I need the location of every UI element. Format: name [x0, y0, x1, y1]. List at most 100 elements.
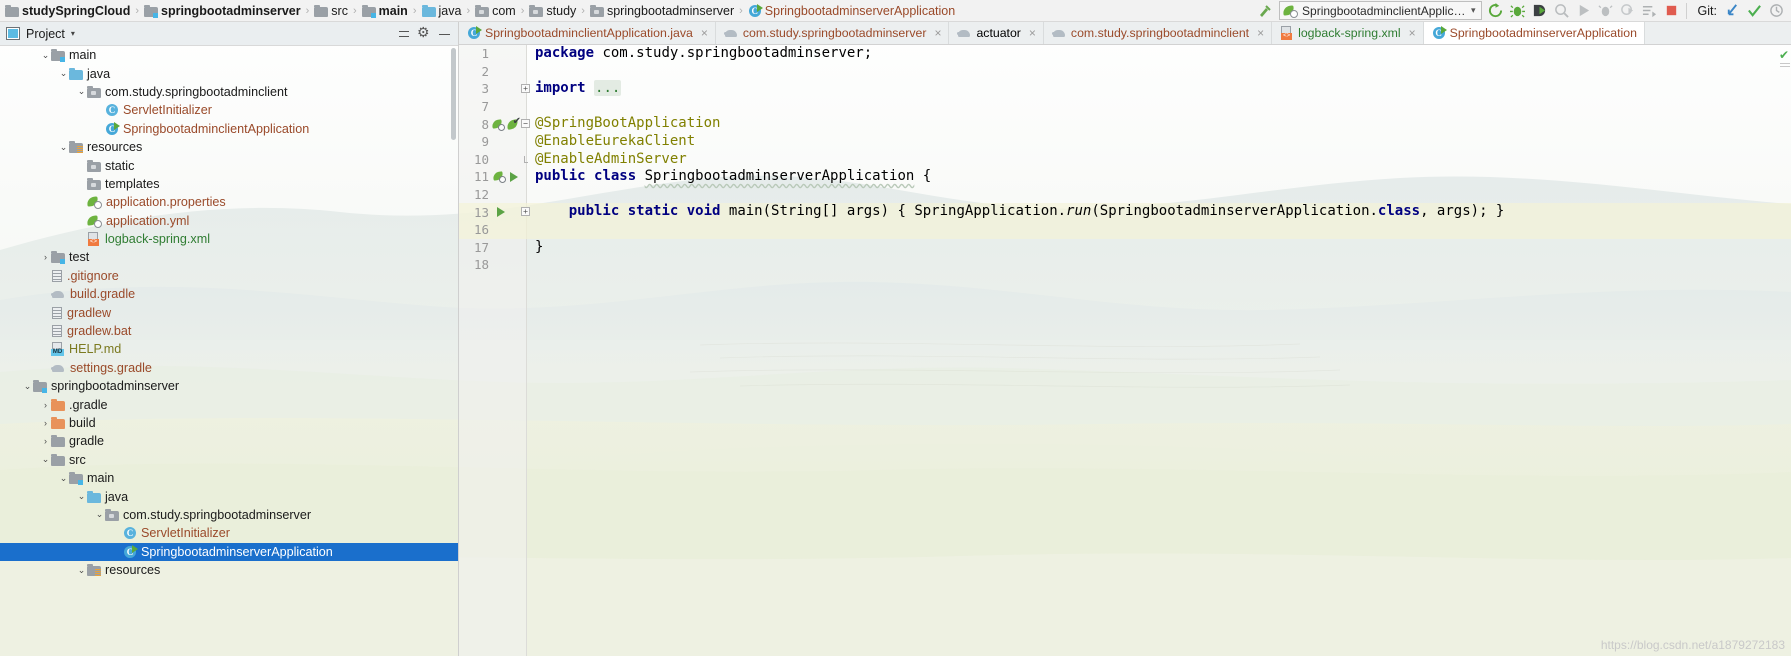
chevron-down-icon[interactable]: ▾ — [71, 29, 75, 38]
history-icon[interactable] — [1765, 1, 1787, 21]
breadcrumb-item-com[interactable]: com — [472, 0, 519, 22]
code-line[interactable]: 16 — [459, 220, 1791, 239]
editor-tab[interactable]: com.study.springbootadminserver × — [715, 22, 950, 44]
breadcrumb-item-java[interactable]: java — [419, 0, 465, 22]
chevron-right-icon[interactable]: › — [40, 248, 51, 266]
code-line[interactable]: 10 @EnableAdminServer — [459, 151, 1791, 169]
chevron-down-icon[interactable]: ⌄ — [76, 561, 87, 579]
editor-tab[interactable]: actuator × — [949, 22, 1044, 44]
editor-tab[interactable]: C SpringbootadminserverApplication — [1423, 22, 1645, 44]
chevron-down-icon[interactable]: ⌄ — [22, 377, 33, 395]
chevron-down-icon[interactable]: ⌄ — [94, 506, 105, 524]
tree-item[interactable]: › .gitignore — [0, 267, 458, 285]
breadcrumb-item-class[interactable]: C SpringbootadminserverApplication — [745, 0, 958, 22]
breadcrumb-item-project[interactable]: studySpringCloud — [2, 0, 133, 22]
code-line[interactable]: 13 + public static void main(String[] arg… — [459, 203, 1791, 221]
profile-icon[interactable] — [1551, 1, 1573, 21]
tree-item[interactable]: › gradle — [0, 432, 458, 450]
update-project-icon[interactable] — [1721, 1, 1743, 21]
tree-item[interactable]: › settings.gradle — [0, 359, 458, 377]
tree-item[interactable]: › test — [0, 248, 458, 266]
chevron-down-icon[interactable]: ⌄ — [58, 138, 69, 156]
chevron-down-icon[interactable]: ⌄ — [58, 469, 69, 487]
tree-item[interactable]: ⌄ java — [0, 64, 458, 82]
run-icon[interactable] — [1573, 1, 1595, 21]
chevron-down-icon[interactable]: ⌄ — [76, 488, 87, 506]
tree-item[interactable]: › build — [0, 414, 458, 432]
project-tree[interactable]: ⌄ main ⌄ java ⌄ com.study.springbootadminclie… — [0, 46, 458, 656]
chevron-down-icon[interactable]: ⌄ — [76, 83, 87, 101]
spring-bean-gutter-icon[interactable]: ✔ — [491, 115, 521, 133]
breadcrumb-item-module[interactable]: springbootadminserver — [141, 0, 304, 22]
tree-item[interactable]: ⌄ springbootadminserver — [0, 377, 458, 395]
run-method-gutter-icon[interactable] — [497, 203, 505, 221]
tree-item[interactable]: ›CSpringbootadminserverApplication — [0, 542, 458, 561]
tree-item[interactable]: ⌄ resources — [0, 561, 458, 579]
collapse-all-icon[interactable] — [394, 25, 414, 43]
code-line[interactable]: 1 package com.study.springbootadminserver… — [459, 45, 1791, 63]
tree-item[interactable]: › application.properties — [0, 193, 458, 211]
code-line[interactable]: 8 ✔ − @SpringBootApplication — [459, 115, 1791, 133]
chevron-down-icon[interactable]: ⌄ — [40, 451, 51, 469]
tree-item[interactable]: ›C ServletInitializer — [0, 101, 458, 119]
close-icon[interactable]: × — [1257, 27, 1264, 39]
code-line[interactable]: 18 — [459, 256, 1791, 274]
chevron-down-icon[interactable]: ⌄ — [58, 65, 69, 83]
tree-item[interactable]: ⌄ com.study.springbootadminserver — [0, 506, 458, 524]
code-line[interactable]: 9 @EnableEurekaClient — [459, 133, 1791, 151]
close-icon[interactable]: × — [701, 27, 708, 39]
attach-icon[interactable] — [1595, 1, 1617, 21]
chevron-right-icon[interactable]: › — [40, 414, 51, 432]
tree-item[interactable]: ›<> logback-spring.xml — [0, 230, 458, 248]
breadcrumb-item-src[interactable]: src — [311, 0, 351, 22]
code-line[interactable]: 3 + import ... — [459, 80, 1791, 98]
tree-item[interactable]: ›CSpringbootadminclientApplication — [0, 120, 458, 138]
close-icon[interactable]: × — [934, 27, 941, 39]
tree-item[interactable]: ›MD HELP.md — [0, 340, 458, 358]
hide-icon[interactable] — [434, 25, 454, 43]
code-line[interactable]: 17} — [459, 239, 1791, 257]
editor-tab[interactable]: <> logback-spring.xml × — [1272, 22, 1424, 44]
code-line[interactable]: 2 — [459, 63, 1791, 81]
spring-run-gutter-icon[interactable] — [492, 168, 518, 186]
editor-tab[interactable]: com.study.springbootadminclient × — [1043, 22, 1273, 44]
close-icon[interactable]: × — [1029, 27, 1036, 39]
tree-item[interactable]: ⌄ com.study.springbootadminclient — [0, 83, 458, 101]
breadcrumb-item-main[interactable]: main — [359, 0, 411, 22]
code-line[interactable]: 12 — [459, 186, 1791, 204]
breadcrumb-item-study[interactable]: study — [526, 0, 579, 22]
code-line[interactable]: 11 public class SpringbootadminserverAppl… — [459, 168, 1791, 186]
tree-item[interactable]: ⌄ java — [0, 487, 458, 505]
fold-expand-icon[interactable]: + — [521, 207, 530, 217]
fold-collapse-icon[interactable]: − — [521, 119, 530, 129]
code-editor[interactable]: 1 package com.study.springbootadminserver… — [459, 45, 1791, 656]
tree-item[interactable]: ⌄ resources — [0, 138, 458, 156]
run-with-coverage-icon[interactable] — [1529, 1, 1551, 21]
rerun-icon[interactable] — [1485, 1, 1507, 21]
code-lines[interactable]: 1 package com.study.springbootadminserver… — [459, 45, 1791, 656]
tree-item[interactable]: › .gradle — [0, 395, 458, 413]
code-line[interactable]: 7 — [459, 98, 1791, 116]
tree-item[interactable]: › gradlew.bat — [0, 322, 458, 340]
tree-item[interactable]: ›C ServletInitializer — [0, 524, 458, 542]
tree-item[interactable]: ⌄ main — [0, 46, 458, 64]
hammer-icon[interactable] — [1254, 1, 1276, 21]
debug-icon[interactable] — [1507, 1, 1529, 21]
editor-tab[interactable]: C SpringbootadminclientApplication.java × — [459, 22, 716, 44]
coverage-icon[interactable] — [1617, 1, 1639, 21]
settings-gear-icon[interactable] — [414, 24, 434, 43]
chevron-right-icon[interactable]: › — [40, 396, 51, 414]
breadcrumb-item-package[interactable]: springbootadminserver — [587, 0, 737, 22]
run-configuration-selector[interactable]: SpringbootadminclientApplication ▾ — [1279, 1, 1482, 20]
tree-item[interactable]: › build.gradle — [0, 285, 458, 303]
tree-item[interactable]: › templates — [0, 175, 458, 193]
tree-item[interactable]: › static — [0, 156, 458, 174]
fold-expand-icon[interactable]: + — [521, 84, 530, 94]
chevron-down-icon[interactable]: ⌄ — [40, 46, 51, 64]
sidebar-editor-divider[interactable] — [458, 22, 459, 656]
stop-icon[interactable] — [1661, 1, 1683, 21]
tree-item[interactable]: › application.yml — [0, 212, 458, 230]
tree-item[interactable]: › gradlew — [0, 303, 458, 321]
tree-item[interactable]: ⌄ src — [0, 451, 458, 469]
commit-icon[interactable] — [1743, 1, 1765, 21]
